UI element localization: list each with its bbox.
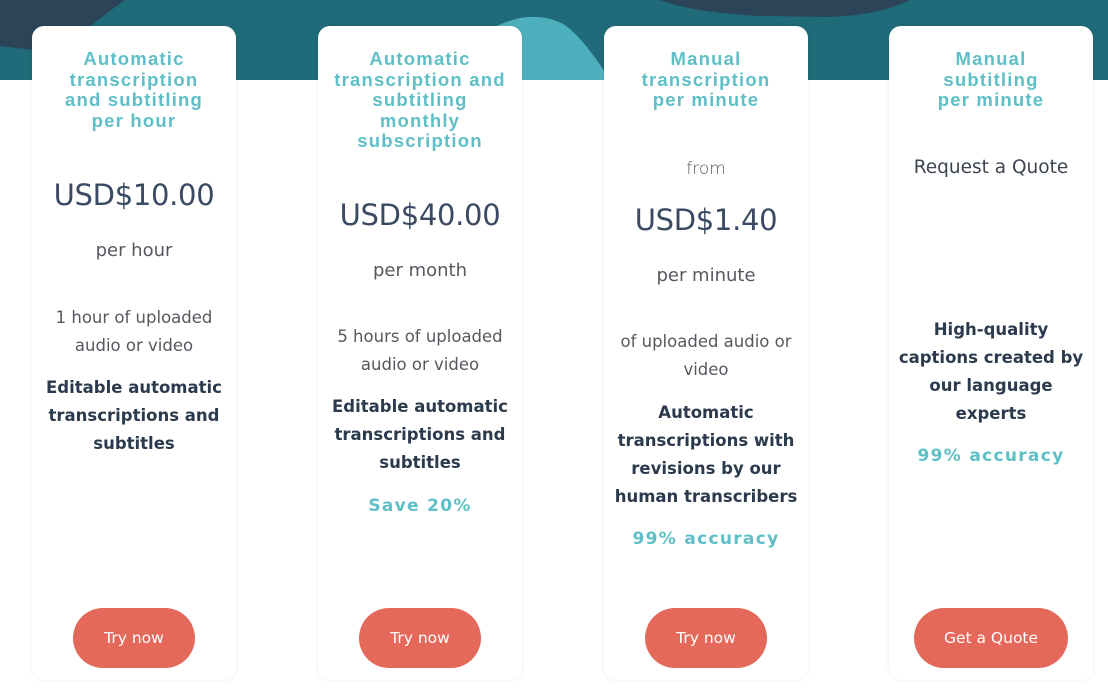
plan-unit: per hour [95,240,173,261]
plan-price: USD$10.00 [53,178,215,212]
plan-card-manual-transcription: Manual transcription per minute from USD… [604,26,808,680]
plan-unit: per minute [656,265,756,286]
plan-savings-badge: Save 20% [368,496,472,516]
plan-price: USD$1.40 [634,203,778,237]
plan-title: Automatic transcription and subtitling p… [64,48,204,131]
plan-feature: Automatic transcriptions with revisions … [614,403,798,506]
try-now-button[interactable]: Try now [359,608,481,668]
plan-accuracy-badge: 99% accuracy [632,529,780,549]
plan-card-manual-subtitling: Manual subtitling per minute Request a Q… [889,26,1093,680]
plan-quota: 1 hour of uploaded audio or video [55,308,213,355]
plan-price: USD$40.00 [339,198,501,232]
request-quote-text: Request a Quote [913,157,1069,178]
try-now-button[interactable]: Try now [73,608,195,668]
plan-title: Automatic transcription and subtitling m… [334,48,506,151]
pricing-section: Automatic transcription and subtitling p… [0,0,1108,697]
try-now-button[interactable]: Try now [645,608,767,668]
plan-title: Manual subtitling per minute [937,48,1045,110]
plan-quota: 5 hours of uploaded audio or video [337,327,503,374]
plan-card-auto-monthly: Automatic transcription and subtitling m… [318,26,522,680]
get-a-quote-button[interactable]: Get a Quote [914,608,1068,668]
plan-feature: Editable automatic transcriptions and su… [332,397,508,472]
plan-title: Manual transcription per minute [641,48,771,110]
plan-feature: Editable automatic transcriptions and su… [46,378,222,453]
plan-card-auto-hourly: Automatic transcription and subtitling p… [32,26,236,680]
plan-unit: per month [372,260,468,281]
plan-from-label: from [686,159,726,179]
plan-feature: High-quality captions created by our lan… [898,320,1084,423]
plan-accuracy-badge: 99% accuracy [917,446,1065,466]
plan-quota: of uploaded audio or video [620,332,792,379]
